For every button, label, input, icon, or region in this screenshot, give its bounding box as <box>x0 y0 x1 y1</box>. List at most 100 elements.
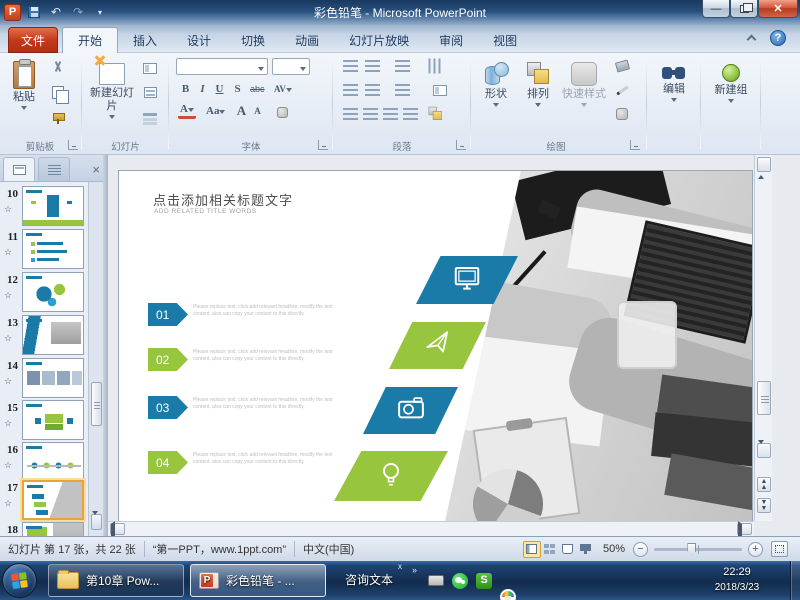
fit-to-window-button[interactable] <box>771 541 788 557</box>
chip-camera[interactable] <box>363 387 458 434</box>
slide-title[interactable]: 点击添加相关标题文字 <box>153 190 293 209</box>
qat-customize-button[interactable]: ▾ <box>91 3 109 21</box>
animation-star-icon[interactable]: ☆ <box>4 333 12 344</box>
slide-thumbnail-12[interactable]: 12☆ <box>0 272 88 314</box>
thumbnail-image[interactable] <box>22 400 84 440</box>
reset-button[interactable] <box>140 83 160 101</box>
zoom-in-button[interactable]: + <box>748 542 763 557</box>
normal-view-button[interactable] <box>523 541 541 558</box>
slide-subtitle[interactable]: ADD RELATED TITLE WORDS <box>154 208 257 215</box>
slide-counter[interactable]: 幻灯片 第 17 张，共 22 张 <box>8 541 136 557</box>
show-desktop-button[interactable] <box>790 561 800 600</box>
taskbar-app-folder[interactable]: 第10章 Pow... <box>48 564 184 597</box>
item-body-text[interactable]: Please replace text, click add relevant … <box>193 452 345 465</box>
character-spacing-button[interactable]: AV <box>272 80 294 97</box>
arrange-button[interactable]: 排列 <box>518 56 558 136</box>
horizontal-scrollbar[interactable] <box>108 521 754 536</box>
animation-star-icon[interactable]: ☆ <box>4 290 12 301</box>
slide-thumbnail-16[interactable]: 16☆ <box>0 442 88 484</box>
zoom-level[interactable]: 50% <box>603 543 625 555</box>
shapes-button[interactable]: 形状 <box>476 56 516 136</box>
font-name-combo[interactable] <box>176 58 268 75</box>
justify-button[interactable] <box>400 105 420 123</box>
item-body-text[interactable]: Please replace text, click add relevant … <box>193 397 345 410</box>
close-pane-button[interactable]: × <box>92 162 100 177</box>
slide-thumbnail-15[interactable]: 15☆ <box>0 400 88 442</box>
editing-button[interactable]: 编辑 <box>652 56 696 136</box>
tab-审阅[interactable]: 审阅 <box>424 27 478 53</box>
grow-font-button[interactable]: A <box>234 102 249 119</box>
tab-视图[interactable]: 视图 <box>478 27 532 53</box>
animation-star-icon[interactable]: ☆ <box>4 247 12 258</box>
taskbar-app-powerpoint[interactable]: 彩色铅笔 - ... <box>190 564 326 597</box>
tab-幻灯片放映[interactable]: 幻灯片放映 <box>334 27 424 53</box>
thumbnail-image[interactable] <box>22 315 84 355</box>
section-button[interactable] <box>140 109 160 127</box>
increase-indent-button[interactable] <box>362 81 382 99</box>
strikethrough-button[interactable]: abc <box>248 80 267 97</box>
align-text-button[interactable] <box>430 81 450 99</box>
tab-outline[interactable] <box>38 157 70 181</box>
thumbnail-image[interactable] <box>22 358 84 398</box>
animation-star-icon[interactable]: ☆ <box>4 418 12 429</box>
thumbnail-image[interactable] <box>22 272 84 312</box>
clipboard-dialog-launcher[interactable] <box>68 140 78 150</box>
columns-button[interactable] <box>392 81 412 99</box>
decrease-indent-button[interactable] <box>340 81 360 99</box>
tray-overflow-chevron[interactable]: » <box>412 565 416 575</box>
scroll-down-button[interactable] <box>757 443 771 458</box>
quick-styles-button[interactable]: 快速样式 <box>558 56 610 136</box>
next-slide-button[interactable]: ▼▼ <box>757 498 771 513</box>
animation-star-icon[interactable]: ☆ <box>4 498 12 509</box>
item-number-tag[interactable]: 03 <box>148 396 188 419</box>
animation-star-icon[interactable]: ☆ <box>4 376 12 387</box>
powerpoint-logo-icon[interactable]: P <box>4 4 21 21</box>
redo-button[interactable]: ↷ <box>69 3 87 21</box>
restore-button[interactable] <box>730 0 758 18</box>
wechat-icon[interactable] <box>452 573 468 589</box>
taskbar-clock[interactable]: 22:29 2018/3/23 <box>702 564 772 596</box>
deskband-label[interactable]: 咨询文本 <box>345 571 393 588</box>
vertical-scrollbar[interactable]: ▲▲ ▼▼ <box>754 155 772 521</box>
tab-开始[interactable]: 开始 <box>62 27 118 53</box>
slide-thumbnail-18[interactable]: 18☆ <box>0 522 88 536</box>
save-button[interactable] <box>25 3 43 21</box>
slide-thumbnail-10[interactable]: 10☆ <box>0 186 88 228</box>
minimize-button[interactable]: — <box>702 0 730 18</box>
slideshow-view-button[interactable] <box>577 541 595 558</box>
animation-star-icon[interactable]: ☆ <box>4 204 12 215</box>
slide-thumbnail-11[interactable]: 11☆ <box>0 229 88 271</box>
italic-button[interactable]: I <box>195 80 210 97</box>
new-slide-button[interactable]: 新建幻灯片 <box>88 56 136 136</box>
clear-formatting-button[interactable] <box>272 103 292 121</box>
tab-file[interactable]: 文件 <box>8 27 58 53</box>
cut-button[interactable] <box>48 59 68 77</box>
scrollbar-thumb[interactable] <box>757 381 771 415</box>
slide-thumbnail-17[interactable]: 17☆ <box>0 480 88 522</box>
animation-star-icon[interactable]: ☆ <box>4 460 12 471</box>
layout-button[interactable] <box>140 59 160 77</box>
bold-button[interactable]: B <box>178 80 193 97</box>
language-indicator[interactable]: 中文(中国) <box>303 541 354 557</box>
scroll-left-button[interactable] <box>110 523 125 535</box>
scroll-up-button[interactable] <box>757 157 771 172</box>
thumbnail-image[interactable] <box>22 186 84 226</box>
slide-thumbnail-13[interactable]: 13☆ <box>0 315 88 357</box>
slide-sorter-view-button[interactable] <box>541 541 559 558</box>
text-shadow-button[interactable]: S <box>230 80 245 97</box>
zoom-slider[interactable] <box>654 548 742 551</box>
font-color-button[interactable]: A <box>178 102 196 119</box>
collapse-ribbon-button[interactable] <box>748 33 760 43</box>
theme-name[interactable]: “第一PPT，www.1ppt.com” <box>153 541 286 557</box>
thumbnail-image[interactable] <box>22 480 84 520</box>
shape-outline-button[interactable] <box>612 81 632 99</box>
convert-smartart-button[interactable] <box>424 105 444 123</box>
paragraph-dialog-launcher[interactable] <box>456 140 466 150</box>
tim-icon[interactable] <box>500 589 516 600</box>
shape-effects-button[interactable] <box>612 105 632 123</box>
deskband-close-icon[interactable]: x <box>398 562 402 571</box>
underline-button[interactable]: U <box>212 80 227 97</box>
scroll-down-button[interactable] <box>91 514 102 530</box>
close-button[interactable]: ✕ <box>758 0 798 18</box>
shrink-font-button[interactable]: A <box>250 102 265 119</box>
